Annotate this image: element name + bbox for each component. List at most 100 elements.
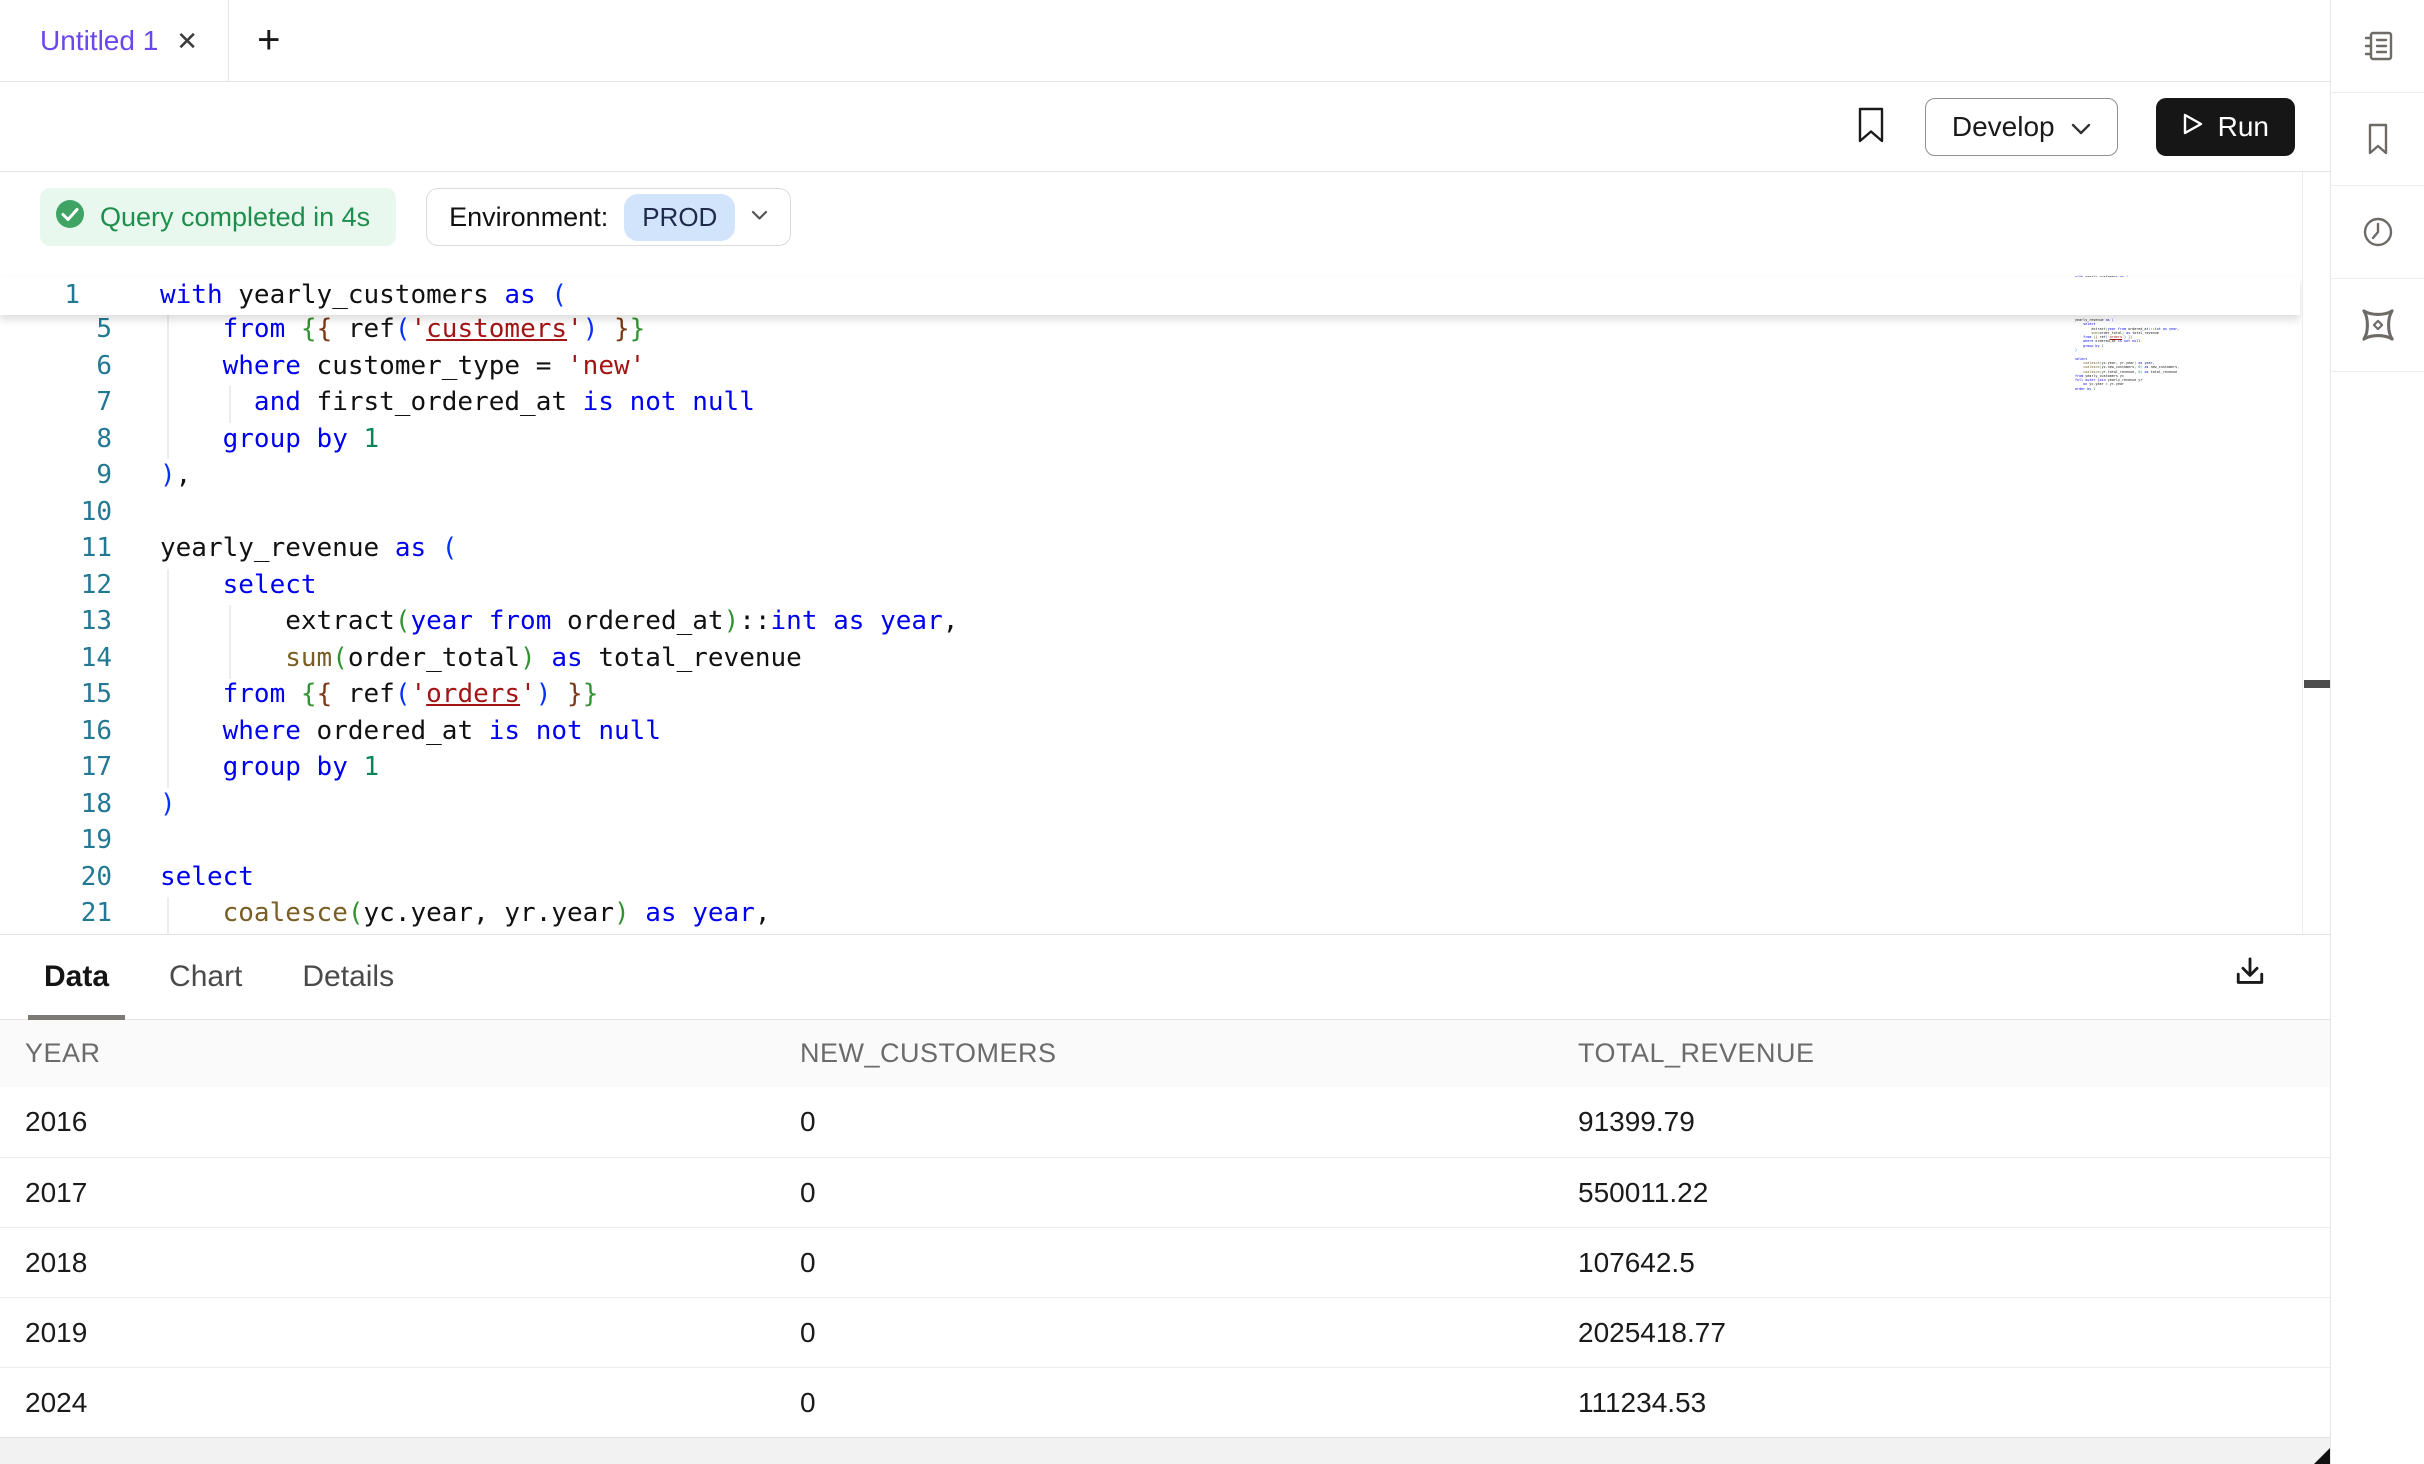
results-table-body: 2016091399.7920170550011.2220180107642.5…	[0, 1087, 2330, 1437]
environment-value-badge: PROD	[624, 194, 735, 241]
line-number: 15	[0, 676, 112, 713]
line-number: 17	[0, 749, 112, 786]
sidebar-item-notebook[interactable]	[2331, 0, 2424, 93]
editor-lines[interactable]: 5 from {{ ref('customers') }}6 where cus…	[0, 311, 2300, 935]
code-line[interactable]: 5 from {{ ref('customers') }}	[0, 311, 2300, 348]
scrollbar-cursor-marker[interactable]	[2304, 680, 2330, 688]
code-line[interactable]: 11yearly_revenue as (	[0, 530, 2300, 567]
line-code: from {{ ref('orders') }}	[112, 676, 598, 713]
line-number: 10	[0, 494, 112, 531]
line-number: 5	[0, 311, 112, 348]
notebook-icon	[2359, 27, 2397, 65]
line-number: 21	[0, 895, 112, 932]
code-line[interactable]: 21 coalesce(yc.year, yr.year) as year,	[0, 895, 2300, 932]
table-cell: 107642.5	[1553, 1247, 2330, 1279]
indent-guide	[167, 897, 169, 935]
line-code	[112, 822, 160, 859]
editor-scrollbar[interactable]	[2302, 172, 2330, 935]
line-code: coalesce(yc.year, yr.year) as year,	[112, 895, 771, 932]
line-code: yearly_revenue as (	[112, 530, 457, 567]
table-cell: 91399.79	[1553, 1106, 2330, 1138]
line-code: from {{ ref('customers') }}	[112, 311, 645, 348]
sticky-code-line[interactable]: 1 with yearly_customers as (	[0, 277, 2300, 315]
tab-chart[interactable]: Chart	[169, 935, 242, 1020]
close-icon[interactable]: ✕	[176, 28, 198, 54]
line-number: 20	[0, 859, 112, 896]
table-cell: 2016	[0, 1106, 775, 1138]
clock-icon	[2359, 213, 2397, 251]
sidebar-item-assistant[interactable]	[2331, 279, 2424, 372]
bookmark-icon	[1855, 106, 1887, 147]
line-number: 14	[0, 640, 112, 677]
chevron-down-icon	[2071, 111, 2091, 143]
table-cell: 2019	[0, 1317, 775, 1349]
code-line[interactable]: 10	[0, 494, 2300, 531]
code-line[interactable]: 13 extract(year from ordered_at)::int as…	[0, 603, 2300, 640]
results-tab-bar: Data Chart Details	[0, 935, 2330, 1020]
line-number: 6	[0, 348, 112, 385]
table-row: 201902025418.77	[0, 1297, 2330, 1367]
tab-data[interactable]: Data	[44, 935, 109, 1020]
code-line[interactable]: 19	[0, 822, 2300, 859]
check-circle-icon	[54, 198, 86, 237]
tab-untitled-1[interactable]: Untitled 1 ✕	[0, 0, 229, 82]
horizontal-scrollbar[interactable]	[0, 1437, 2330, 1464]
line-number: 9	[0, 457, 112, 494]
line-number: 18	[0, 786, 112, 823]
column-header: YEAR	[0, 1038, 775, 1069]
code-line[interactable]: 20select	[0, 859, 2300, 896]
table-cell: 2025418.77	[1553, 1317, 2330, 1349]
code-line[interactable]: 7 and first_ordered_at is not null	[0, 384, 2300, 421]
line-code: )	[112, 786, 176, 823]
editor-tab-bar: Untitled 1 ✕ +	[0, 0, 2330, 82]
line-number: 16	[0, 713, 112, 750]
environment-selector[interactable]: Environment: PROD	[426, 188, 791, 246]
code-line[interactable]: 6 where customer_type = 'new'	[0, 348, 2300, 385]
line-code: group by 1	[112, 421, 379, 458]
main-area: Untitled 1 ✕ + Develop Ru	[0, 0, 2330, 1464]
line-number: 13	[0, 603, 112, 640]
status-row: Query completed in 4s Environment: PROD	[40, 188, 791, 246]
download-button[interactable]	[2230, 953, 2270, 996]
line-number: 7	[0, 384, 112, 421]
run-button[interactable]: Run	[2156, 98, 2295, 156]
toolbar: Develop Run	[0, 82, 2330, 172]
code-line[interactable]: 15 from {{ ref('orders') }}	[0, 676, 2300, 713]
line-code: where customer_type = 'new'	[112, 348, 645, 385]
environment-label: Environment:	[449, 202, 608, 233]
table-cell: 0	[775, 1317, 1553, 1349]
sticky-line-number: 1	[0, 277, 80, 315]
minimap-line: order by 1	[2075, 387, 2225, 391]
query-status-text: Query completed in 4s	[100, 202, 370, 233]
table-cell: 0	[775, 1387, 1553, 1419]
results-table-header: YEARNEW_CUSTOMERSTOTAL_REVENUE	[0, 1020, 2330, 1087]
four-point-star-icon	[2358, 305, 2398, 345]
resize-grip[interactable]	[2314, 1448, 2330, 1464]
code-line[interactable]: 16 where ordered_at is not null	[0, 713, 2300, 750]
line-code: select	[112, 567, 317, 604]
table-cell: 0	[775, 1247, 1553, 1279]
code-line[interactable]: 9),	[0, 457, 2300, 494]
sidebar-item-history[interactable]	[2331, 186, 2424, 279]
develop-dropdown[interactable]: Develop	[1925, 98, 2118, 156]
tab-details[interactable]: Details	[302, 935, 394, 1020]
line-code: sum(order_total) as total_revenue	[112, 640, 802, 677]
table-row: 20180107642.5	[0, 1227, 2330, 1297]
bookmark-button[interactable]	[1855, 106, 1887, 147]
code-line[interactable]: 8 group by 1	[0, 421, 2300, 458]
code-line[interactable]: 12 select	[0, 567, 2300, 604]
sidebar-item-bookmarks[interactable]	[2331, 93, 2424, 186]
table-cell: 2017	[0, 1177, 775, 1209]
sql-editor[interactable]: Query completed in 4s Environment: PROD	[0, 172, 2330, 935]
code-line[interactable]: 18)	[0, 786, 2300, 823]
play-icon	[2182, 111, 2204, 143]
sticky-line-code: with yearly_customers as (	[80, 277, 567, 315]
code-line[interactable]: 14 sum(order_total) as total_revenue	[0, 640, 2300, 677]
results-panel: Data Chart Details YEARNEW_CUSTOMERSTOTA…	[0, 935, 2330, 1464]
line-number: 19	[0, 822, 112, 859]
chevron-down-icon	[751, 208, 768, 226]
code-line[interactable]: 17 group by 1	[0, 749, 2300, 786]
table-cell: 2024	[0, 1387, 775, 1419]
code-area[interactable]: 1 with yearly_customers as ( 5 from {{ r…	[0, 172, 2300, 935]
add-tab-button[interactable]: +	[229, 18, 308, 63]
